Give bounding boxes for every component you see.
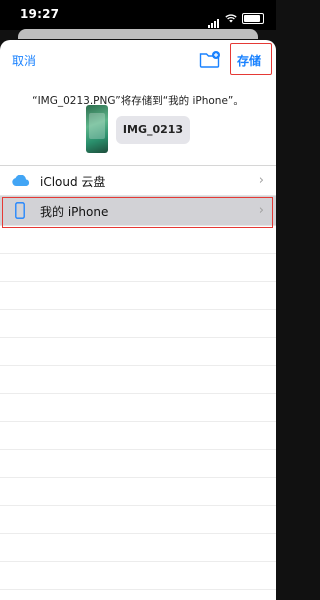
cancel-button[interactable]: 取消 [12,52,36,69]
selection-highlight [2,197,273,228]
file-thumbnail [86,105,108,153]
cloud-icon [12,175,30,186]
save-sheet: 取消 存储 “IMG_0213.PNG”将存储到“我的 iPhone”。 IMG… [0,40,276,600]
battery-icon [242,13,264,24]
empty-row [0,562,276,590]
empty-row [0,282,276,310]
new-folder-icon[interactable] [199,50,221,68]
empty-row [0,226,276,254]
background-sheet [18,29,258,39]
empty-row [0,534,276,562]
location-label: iCloud 云盘 [40,175,106,189]
status-time: 19:27 [20,7,60,21]
empty-row [0,366,276,394]
chevron-right-icon: › [258,173,264,188]
empty-row [0,254,276,282]
sheet-toolbar: 取消 存储 [0,40,276,78]
location-list: iCloud 云盘 › 我的 iPhone › [0,165,276,590]
empty-row [0,338,276,366]
empty-row [0,422,276,450]
empty-row [0,506,276,534]
empty-row [0,450,276,478]
filename-field[interactable]: IMG_0213 [116,116,190,144]
save-description: “IMG_0213.PNG”将存储到“我的 iPhone”。 [32,95,244,107]
save-button[interactable]: 存储 [237,52,261,69]
empty-row [0,478,276,506]
wifi-icon [225,14,237,23]
status-icons [208,9,264,28]
empty-row [0,394,276,422]
location-row-icloud[interactable]: iCloud 云盘 › [0,166,276,196]
status-bar: 19:27 [0,0,276,30]
save-button-highlight: 存储 [230,43,272,75]
cellular-signal-icon [208,9,220,28]
empty-row [0,310,276,338]
